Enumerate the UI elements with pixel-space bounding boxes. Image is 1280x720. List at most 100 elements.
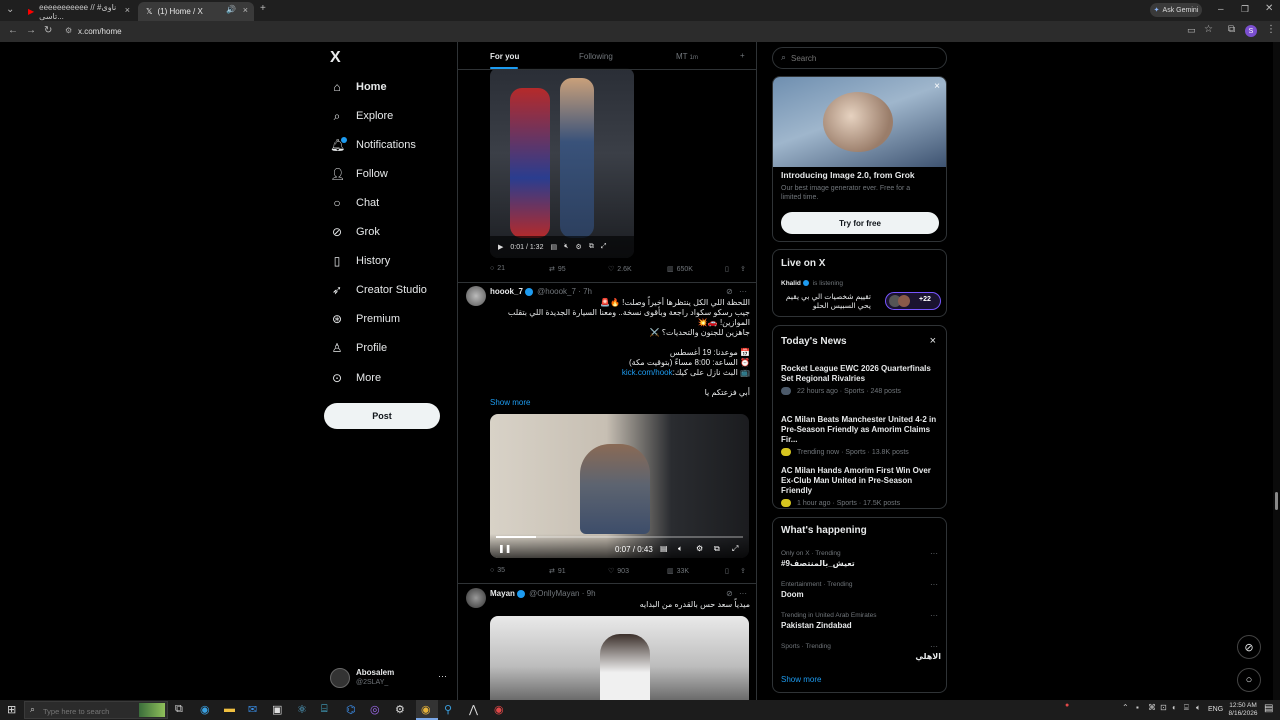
volume-icon[interactable]: 🔈︎ <box>678 544 683 554</box>
ask-gemini-button[interactable]: ✦ Ask Gemini <box>1150 3 1202 17</box>
post3-media[interactable] <box>490 616 749 700</box>
terminal-icon[interactable]: ⌸ <box>321 703 328 716</box>
nav-follow[interactable]: 👤︎ Follow <box>330 162 388 186</box>
trend-item[interactable]: Entertainment · Trending Doom <box>781 581 941 600</box>
page-scrollbar[interactable] <box>1273 42 1280 700</box>
show-more-link[interactable]: Show more <box>781 675 821 684</box>
browser-tab-x-home[interactable]: 𝕏 (1) Home / X 🔊 × <box>138 2 254 21</box>
mute-icon[interactable]: 🔇︎ <box>564 243 568 251</box>
tab-following[interactable]: Following <box>579 52 613 61</box>
grok-post-icon[interactable]: ⊘ <box>726 287 733 296</box>
post-time[interactable]: · 9h <box>582 589 596 598</box>
tray-expand-icon[interactable]: ⌃ <box>1122 703 1129 712</box>
chrome-taskbar-button[interactable]: ◉ <box>416 700 438 720</box>
back-icon[interactable]: ← <box>8 25 18 36</box>
pause-icon[interactable]: ❚❚ <box>498 544 511 553</box>
task-view-icon[interactable]: ⧉ <box>175 703 183 716</box>
repost-button[interactable]: ⇄ 91 <box>549 567 566 576</box>
grok-float-button[interactable]: ⊘ <box>1237 635 1261 659</box>
nav-creator-studio[interactable]: ➶ Creator Studio <box>330 278 427 302</box>
forward-icon[interactable]: → <box>26 25 36 36</box>
author-handle[interactable]: @OnllyMayan <box>529 589 579 598</box>
news-item[interactable]: AC Milan Hands Amorim First Win Over Ex-… <box>781 466 941 507</box>
tray-icon[interactable]: ▪ <box>1136 703 1139 712</box>
post2-video[interactable]: ❚❚ 0:07 / 0:43 ▤ 🔈︎ ⚙ ⧉ ⤢ <box>490 414 749 558</box>
close-tab-icon[interactable]: × <box>243 5 248 15</box>
taskbar-search[interactable]: ⌕ <box>24 701 168 719</box>
nav-profile[interactable]: ♙ Profile <box>330 336 388 360</box>
news-item[interactable]: Rocket League EWC 2026 Quarterfinals Set… <box>781 364 941 395</box>
settings-icon[interactable]: ⚙ <box>696 544 703 553</box>
taskbar-search-input[interactable] <box>43 705 143 717</box>
messages-float-button[interactable]: ○ <box>1237 668 1261 692</box>
share-button[interactable]: ⇪ <box>740 265 746 273</box>
minimize-icon[interactable]: – <box>1218 4 1224 15</box>
avatar[interactable] <box>466 286 486 306</box>
share-button[interactable]: ⇪ <box>740 567 746 575</box>
x-logo[interactable]: X <box>330 49 341 67</box>
post-link[interactable]: kick.com/hook <box>622 368 673 377</box>
close-promo-icon[interactable]: × <box>934 81 940 92</box>
trend-item[interactable]: Only on X · Trending #تعيش_بالمنتصف9 <box>781 550 941 569</box>
grok-post-icon[interactable]: ⊘ <box>726 589 733 598</box>
captions-icon[interactable]: ▤ <box>660 544 668 553</box>
tab-mt[interactable]: MT 1m <box>676 52 698 61</box>
site-info-icon[interactable]: ⚙ <box>65 26 72 35</box>
menu-dots-icon[interactable]: ⋮ <box>1266 24 1276 35</box>
browser-tab-youtube[interactable]: ▶ eeeeeeeeeee // #ناوی تاسی... × <box>20 2 136 21</box>
live-space-pill[interactable]: +22 <box>885 292 941 310</box>
like-button[interactable]: ♡ 903 <box>608 567 629 576</box>
repost-button[interactable]: ⇄ 95 <box>549 265 566 274</box>
store-icon[interactable]: ▣ <box>272 703 282 716</box>
post-more-icon[interactable]: ··· <box>739 589 747 598</box>
news-item[interactable]: AC Milan Beats Manchester United 4-2 in … <box>781 415 941 456</box>
like-button[interactable]: ♡ 2.6K <box>608 265 632 274</box>
file-explorer-icon[interactable]: ▬ <box>224 703 235 715</box>
tray-icon[interactable]: ⊡ <box>1160 703 1167 712</box>
author-handle[interactable]: @hoook_7 <box>537 287 576 296</box>
fullscreen-icon[interactable]: ⤢ <box>601 243 607 251</box>
views-button[interactable]: ▥ 650K <box>667 265 693 274</box>
pip-icon[interactable]: ⧉ <box>589 243 594 251</box>
network-icon[interactable]: ⌸ <box>1184 703 1189 713</box>
trend-item[interactable]: Sports · Trending الاهلي <box>781 643 941 662</box>
bookmark-button[interactable]: ▯ <box>725 265 729 273</box>
steam-icon[interactable]: ⚲ <box>444 703 452 716</box>
fullscreen-icon[interactable]: ⤢ <box>732 544 738 554</box>
search-input[interactable] <box>791 52 941 65</box>
nav-chat[interactable]: ○ Chat <box>330 191 379 215</box>
post-time[interactable]: · 7h <box>578 287 592 296</box>
recording-icon[interactable]: ◉ <box>494 703 504 716</box>
live-space-title[interactable]: تقييم شخصيات الي بي يقيم يحي السبيس الحل… <box>781 292 871 310</box>
restore-icon[interactable]: ❐ <box>1241 4 1249 15</box>
scrollbar-thumb[interactable] <box>1275 492 1278 510</box>
show-more-link[interactable]: Show more <box>490 398 530 407</box>
tray-icon[interactable]: ◐ <box>1172 703 1177 712</box>
new-tab-button[interactable]: + <box>260 3 266 14</box>
action-center-icon[interactable]: ▤ <box>1264 703 1273 714</box>
windows-start-icon[interactable]: ⊞ <box>7 703 16 716</box>
close-news-icon[interactable]: × <box>930 335 936 347</box>
extensions-icon[interactable]: ⧉ <box>1228 24 1235 35</box>
clock[interactable]: 12:50 AM 8/16/2026 <box>1226 702 1260 718</box>
post1-video[interactable]: ▶ 0:01 / 1:32 ▤ 🔇︎ ⚙ ⧉ ⤢ <box>490 68 634 258</box>
language-indicator[interactable]: ENG <box>1208 706 1223 713</box>
tab-for-you[interactable]: For you <box>490 52 519 61</box>
url-field[interactable]: ⚙ x.com/home <box>60 23 1175 40</box>
tray-icon[interactable]: ⌘ <box>1148 703 1156 712</box>
video-progress-track[interactable] <box>496 536 743 538</box>
search-bar[interactable]: ⌕ <box>772 47 947 69</box>
app-icon[interactable]: ◎ <box>370 703 380 716</box>
tab-search-icon[interactable]: ⌄ <box>6 4 14 15</box>
author-name[interactable]: Mayan <box>490 589 515 598</box>
nav-more[interactable]: ⊙ More <box>330 366 381 390</box>
reply-button[interactable]: ○ 21 <box>490 265 505 272</box>
author-name[interactable]: hoook_7 <box>490 287 523 296</box>
avatar[interactable] <box>466 588 486 608</box>
post-button[interactable]: Post <box>324 403 440 429</box>
cast-icon[interactable]: ▭ <box>1187 25 1196 36</box>
mail-icon[interactable]: ✉ <box>248 703 257 716</box>
vscode-icon[interactable]: ⌬ <box>346 703 356 716</box>
reload-icon[interactable]: ↻ <box>44 25 52 36</box>
settings-icon[interactable]: ⚙ <box>576 243 582 251</box>
